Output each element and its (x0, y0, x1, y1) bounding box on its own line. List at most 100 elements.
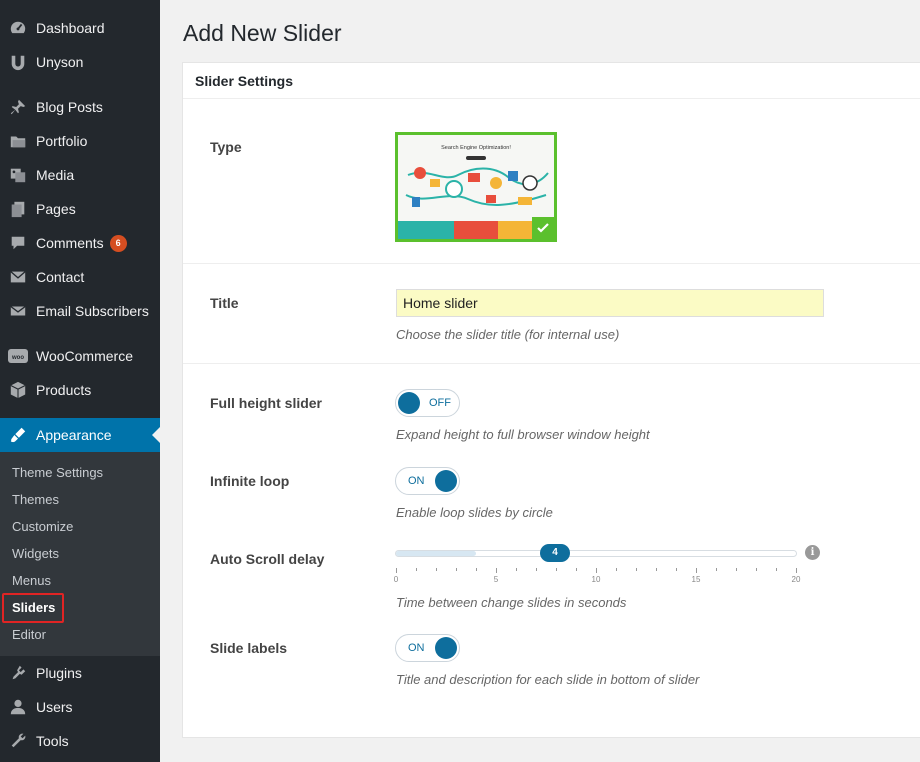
mail-icon (8, 267, 28, 287)
menu-item-blog-posts[interactable]: Blog Posts (0, 90, 160, 124)
menu-label: Plugins (36, 665, 82, 681)
svg-text:woo: woo (11, 355, 24, 361)
submenu-item-themes[interactable]: Themes (0, 487, 160, 513)
menu-item-woocommerce[interactable]: woo WooCommerce (0, 339, 160, 373)
menu-item-unyson[interactable]: Unyson (0, 45, 160, 79)
slider-tick (676, 568, 677, 571)
menu-item-email-subscribers[interactable]: Email Subscribers (0, 294, 160, 328)
mail-icon (8, 301, 28, 321)
slider-tick (496, 568, 497, 573)
menu-item-plugins[interactable]: Plugins (0, 656, 160, 690)
full-height-toggle[interactable]: OFF (395, 389, 460, 417)
slider-tick-label: 15 (691, 575, 701, 584)
tools-icon (8, 731, 28, 751)
slide-labels-description: Title and description for each slide in … (396, 672, 700, 687)
products-icon (8, 380, 28, 400)
auto-scroll-slider-track[interactable] (395, 550, 797, 557)
slider-tick (796, 568, 797, 573)
comments-count-badge: 6 (109, 234, 127, 252)
appearance-submenu: Theme Settings Themes Customize Widgets … (0, 452, 160, 656)
slider-tick-label: 10 (591, 575, 601, 584)
users-icon (8, 697, 28, 717)
menu-label: Comments (36, 235, 104, 251)
menu-item-products[interactable]: Products (0, 373, 160, 407)
menu-label: WooCommerce (36, 348, 133, 364)
slider-fill (396, 551, 476, 556)
menu-item-dashboard[interactable]: Dashboard (0, 11, 160, 45)
appearance-icon (8, 425, 28, 445)
menu-label: Users (36, 699, 73, 715)
slider-tick (576, 568, 577, 571)
toggle-state: ON (408, 642, 425, 654)
infinite-loop-toggle[interactable]: ON (395, 467, 460, 495)
menu-label: Email Subscribers (36, 303, 149, 319)
slider-tick (596, 568, 597, 573)
menu-item-comments[interactable]: Comments 6 (0, 226, 160, 260)
menu-label: Blog Posts (36, 99, 103, 115)
portfolio-icon (8, 131, 28, 151)
slider-tick (396, 568, 397, 573)
slide-labels-label: Slide labels (210, 640, 288, 656)
slider-tick (636, 568, 637, 571)
toggle-state: OFF (429, 397, 451, 409)
title-description: Choose the slider title (for internal us… (396, 327, 620, 342)
toggle-state: ON (408, 475, 425, 487)
section-divider (183, 363, 920, 364)
slider-tick (456, 568, 457, 571)
menu-item-portfolio[interactable]: Portfolio (0, 124, 160, 158)
menu-label: Portfolio (36, 133, 88, 149)
full-height-label: Full height slider (210, 395, 323, 411)
unyson-icon (8, 52, 28, 72)
media-icon (8, 165, 28, 185)
pin-icon (8, 97, 28, 117)
active-indicator (152, 427, 160, 443)
submenu-item-widgets[interactable]: Widgets (0, 541, 160, 567)
admin-sidebar: Dashboard Unyson Blog Posts Portfolio Me… (0, 0, 160, 762)
slider-tick (656, 568, 657, 571)
slider-tick (756, 568, 757, 571)
menu-label: Contact (36, 269, 85, 285)
menu-item-users[interactable]: Users (0, 690, 160, 724)
slider-tick (476, 568, 477, 571)
section-divider (183, 263, 920, 264)
page-title: Add New Slider (183, 20, 342, 46)
slider-tick (516, 568, 517, 571)
full-height-description: Expand height to full browser window hei… (396, 427, 650, 442)
slider-tick (556, 568, 557, 571)
menu-item-appearance[interactable]: Appearance (0, 418, 160, 452)
slide-labels-toggle[interactable]: ON (395, 634, 460, 662)
submenu-item-menus[interactable]: Menus (0, 568, 160, 594)
submenu-item-theme-settings[interactable]: Theme Settings (0, 460, 160, 486)
slider-tick-label: 5 (493, 575, 499, 584)
submenu-item-customize[interactable]: Customize (0, 514, 160, 540)
infinite-loop-description: Enable loop slides by circle (396, 505, 553, 520)
menu-item-pages[interactable]: Pages (0, 192, 160, 226)
slider-type-thumbnail[interactable]: Search Engine Optimization! (395, 132, 557, 242)
toggle-knob (435, 470, 457, 492)
auto-scroll-description: Time between change slides in seconds (396, 595, 627, 610)
menu-label: Tools (36, 733, 69, 749)
slider-tick (536, 568, 537, 571)
menu-label: Pages (36, 201, 76, 217)
slider-title-input[interactable] (396, 289, 824, 317)
slider-tick-label: 20 (791, 575, 801, 584)
slider-tick (616, 568, 617, 571)
menu-item-tools[interactable]: Tools (0, 724, 160, 758)
seo-illustration: Search Engine Optimization! (398, 135, 554, 239)
type-label: Type (210, 139, 242, 155)
submenu-item-sliders[interactable]: Sliders (0, 595, 160, 621)
slider-tick (436, 568, 437, 571)
slider-tick (416, 568, 417, 571)
menu-label: Dashboard (36, 20, 105, 36)
menu-item-media[interactable]: Media (0, 158, 160, 192)
toggle-knob (398, 392, 420, 414)
slider-tick (776, 568, 777, 571)
dashboard-icon (8, 18, 28, 38)
menu-item-contact[interactable]: Contact (0, 260, 160, 294)
infinite-loop-label: Infinite loop (210, 473, 290, 489)
toggle-knob (435, 637, 457, 659)
auto-scroll-slider-handle[interactable]: 4 (540, 544, 570, 562)
submenu-item-editor[interactable]: Editor (0, 622, 160, 648)
info-icon[interactable]: i (805, 545, 820, 560)
pages-icon (8, 199, 28, 219)
